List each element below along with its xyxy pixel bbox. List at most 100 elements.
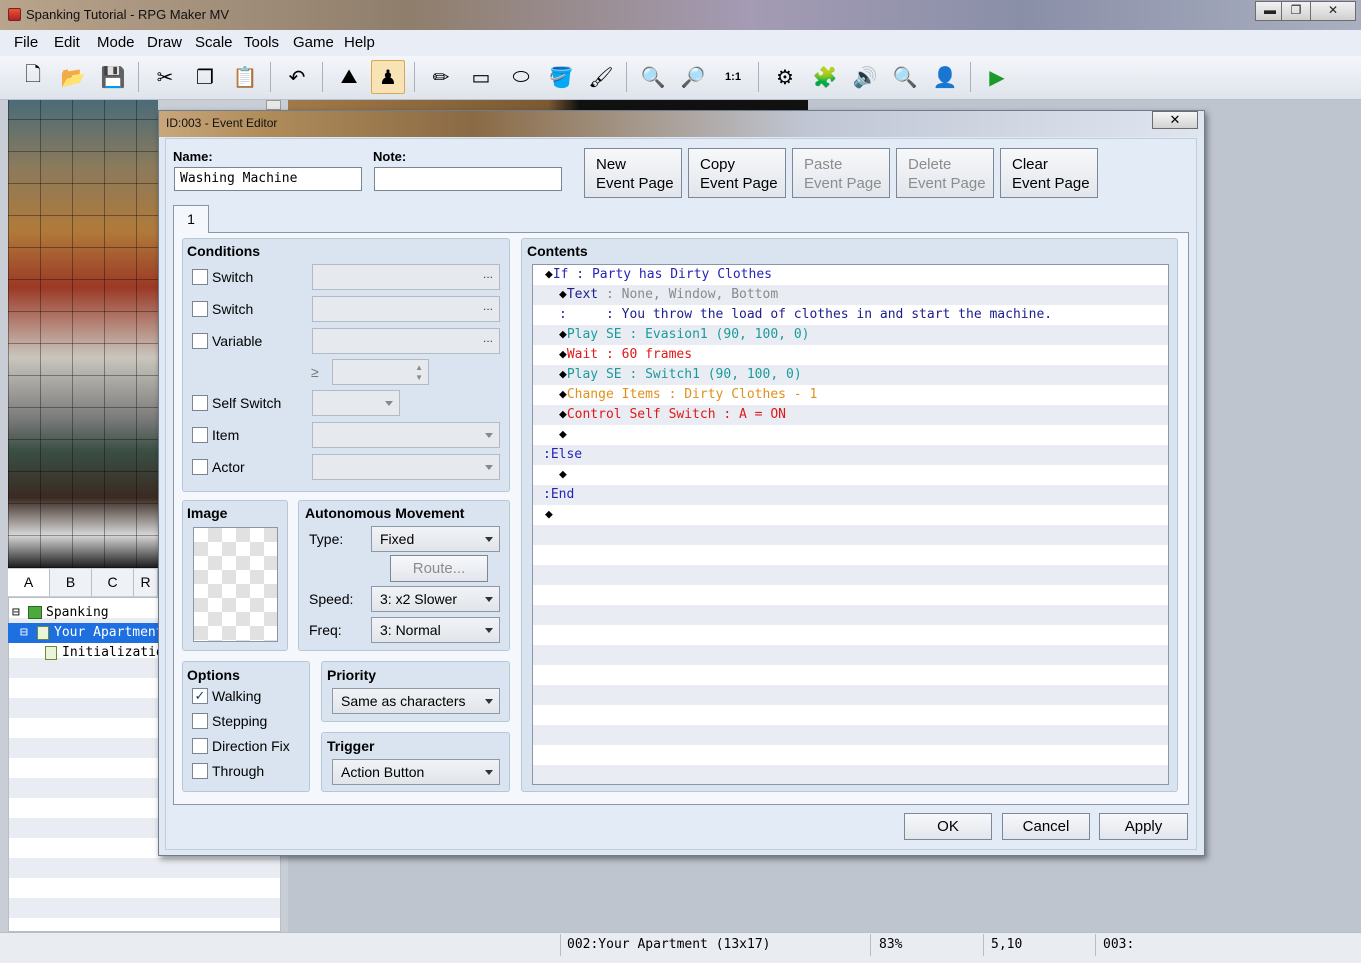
zoom-in-icon[interactable]: 🔍 [636,60,670,94]
switch1-selector[interactable]: ... [312,264,500,290]
event-command-row[interactable]: ◆Change Items : Dirty Clothes - 1 [559,385,817,405]
variable-value-spinner[interactable]: ▲ ▼ [332,359,429,385]
event-command-row[interactable]: ◆If : Party has Dirty Clothes [545,265,772,285]
event-command-row[interactable]: ◆ [545,505,553,525]
map-mode-icon[interactable]: ⛰ [332,60,366,94]
spin-up-icon[interactable]: ▲ [415,363,423,372]
actor-checkbox[interactable] [192,459,208,475]
actor-select[interactable] [312,454,500,480]
open-project-icon[interactable]: 📂 [56,60,90,94]
cancel-button[interactable]: Cancel [1002,813,1090,840]
tree-item-initialization[interactable]: Initialization [62,643,158,663]
ok-button[interactable]: OK [904,813,992,840]
route-button[interactable]: Route... [390,555,488,582]
tab-page-1[interactable]: 1 [173,205,209,233]
character-generator-icon[interactable]: 👤 [928,60,962,94]
undo-icon[interactable]: ↶ [280,60,314,94]
tree-item-your-apartment[interactable]: Your Apartment [54,623,164,643]
stepping-label: Stepping [212,713,268,729]
flood-fill-icon[interactable]: 🪣 [544,60,578,94]
copy-event-page-button[interactable]: Copy Event Page [688,148,786,198]
save-project-icon[interactable]: 💾 [96,60,130,94]
event-mode-icon[interactable]: ♟ [371,60,405,94]
menu-draw[interactable]: Draw [147,34,182,51]
event-command-row[interactable]: ◆ [559,465,567,485]
self-switch-select[interactable] [312,390,400,416]
movement-speed-select[interactable]: 3: x2 Slower [371,586,500,612]
ellipse-icon[interactable]: ⬭ [504,60,538,94]
speed-label: Speed: [309,591,354,607]
pencil-icon[interactable]: ✏ [424,60,458,94]
switch2-selector[interactable]: ... [312,296,500,322]
walking-checkbox[interactable]: ✓ [192,688,208,704]
tree-item-project[interactable]: Spanking Tutorial [46,603,158,623]
event-command-row[interactable]: ◆ [559,425,567,445]
event-command-row[interactable]: :Else [543,445,582,465]
item-select[interactable] [312,422,500,448]
tileset-tab-c[interactable]: C [92,569,134,596]
status-coords: 5,10 [991,937,1023,952]
event-command-row[interactable]: : : You throw the load of clothes in and… [559,305,1052,325]
apply-button[interactable]: Apply [1099,813,1188,840]
through-checkbox[interactable] [192,763,208,779]
playtest-icon[interactable]: ▶ [980,60,1014,94]
shadow-pen-icon[interactable]: 🖌 [584,60,618,94]
menu-edit[interactable]: Edit [54,34,80,51]
menu-help[interactable]: Help [344,34,375,51]
tree-expander[interactable]: ⊟ [12,603,20,623]
variable-checkbox[interactable] [192,333,208,349]
event-command-row[interactable]: ◆Wait : 60 frames [559,345,692,365]
event-searcher-icon[interactable]: 🔍 [888,60,922,94]
menu-file[interactable]: File [14,34,38,51]
event-image-preview[interactable] [193,527,278,642]
rectangle-icon[interactable]: ▭ [464,60,498,94]
tileset-tab-b[interactable]: B [50,569,92,596]
name-field[interactable]: Washing Machine [174,167,362,191]
tileset-palette[interactable] [8,100,158,568]
paste-icon[interactable]: 📋 [228,60,262,94]
item-checkbox[interactable] [192,427,208,443]
dialog-close-button[interactable]: ✕ [1152,111,1198,129]
close-button[interactable]: ✕ [1310,1,1356,21]
tree-expander[interactable]: ⊟ [20,623,28,643]
spin-down-icon[interactable]: ▼ [415,373,423,382]
variable-selector[interactable]: ... [312,328,500,354]
priority-select[interactable]: Same as characters [332,688,500,714]
menu-game[interactable]: Game [293,34,334,51]
stepping-checkbox[interactable] [192,713,208,729]
maximize-button[interactable]: ❐ [1281,1,1311,21]
database-icon[interactable]: ⚙ [768,60,802,94]
event-command-row[interactable]: ◆Control Self Switch : A = ON [559,405,786,425]
self-switch-checkbox[interactable] [192,395,208,411]
sound-test-icon[interactable]: 🔊 [848,60,882,94]
movement-type-select[interactable]: Fixed [371,526,500,552]
switch2-checkbox[interactable] [192,301,208,317]
command-bullet-icon: ◆ [545,267,553,282]
menu-tools[interactable]: Tools [244,34,279,51]
movement-freq-select[interactable]: 3: Normal [371,617,500,643]
note-field[interactable] [374,167,562,191]
event-command-row[interactable]: :End [543,485,574,505]
event-command-row[interactable]: ◆Play SE : Switch1 (90, 100, 0) [559,365,802,385]
tileset-tab-r[interactable]: R [134,569,158,596]
zoom-out-icon[interactable]: 🔎 [676,60,710,94]
switch1-checkbox[interactable] [192,269,208,285]
tileset-scrollbar[interactable] [266,100,281,110]
tileset-tab-a[interactable]: A [8,569,50,596]
direction-fix-checkbox[interactable] [192,738,208,754]
menu-scale[interactable]: Scale [195,34,233,51]
copy-icon[interactable]: ❐ [188,60,222,94]
zoom-actual-icon[interactable]: 1:1 [716,60,750,94]
command-param: : [715,407,740,422]
trigger-select[interactable]: Action Button [332,759,500,785]
plugin-manager-icon[interactable]: 🧩 [808,60,842,94]
paste-event-page-button[interactable]: Paste Event Page [792,148,890,198]
cut-icon[interactable]: ✂ [148,60,182,94]
new-event-page-button[interactable]: New Event Page [584,148,682,198]
clear-event-page-button[interactable]: Clear Event Page [1000,148,1098,198]
event-command-row[interactable]: ◆Text : None, Window, Bottom [559,285,778,305]
new-project-icon[interactable]: 🗋 [16,60,50,94]
menu-mode[interactable]: Mode [97,34,135,51]
event-command-row[interactable]: ◆Play SE : Evasion1 (90, 100, 0) [559,325,809,345]
delete-event-page-button[interactable]: Delete Event Page [896,148,994,198]
